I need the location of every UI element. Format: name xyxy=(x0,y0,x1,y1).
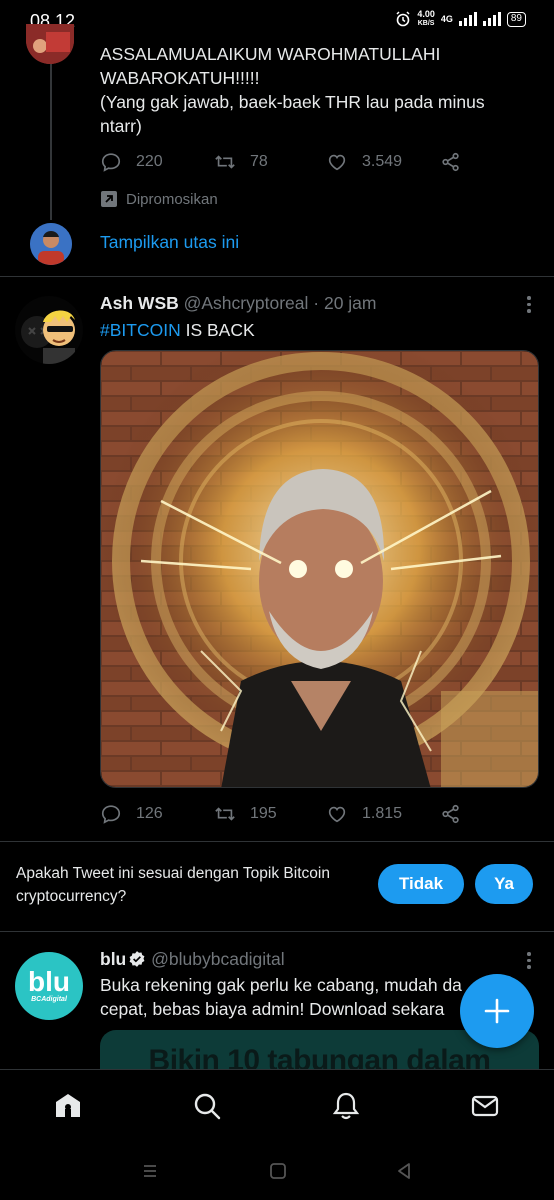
tweet2-text-rest: IS BACK xyxy=(180,320,255,340)
divider xyxy=(0,841,554,842)
net-speed-unit: KB/S xyxy=(417,20,435,27)
nav-notifications[interactable] xyxy=(330,1090,362,1122)
more-options-icon[interactable] xyxy=(526,952,532,969)
battery-indicator: 89 xyxy=(506,11,526,27)
media-illustration xyxy=(101,351,538,787)
tweet2-header: Ash WSB @Ashcryptoreal · 20 jam xyxy=(100,293,377,314)
more-options-icon[interactable] xyxy=(526,296,532,313)
separator: · xyxy=(313,293,320,313)
share-button[interactable] xyxy=(440,803,462,825)
blu-logo-text: blu xyxy=(28,966,70,997)
nav-home[interactable] xyxy=(52,1090,84,1122)
status-icons: 4.00 KB/S 4G 89 xyxy=(395,10,526,28)
tweet1-line1: ASSALAMUALAIKUM WAROHMATULLAHI xyxy=(100,44,441,64)
divider xyxy=(0,931,554,932)
nav-messages[interactable] xyxy=(469,1090,501,1122)
like-icon xyxy=(328,154,346,171)
retweet-count: 195 xyxy=(250,805,277,822)
network-type: 4G xyxy=(440,14,453,24)
mail-icon xyxy=(471,1095,499,1117)
signal-icon xyxy=(458,12,477,26)
author-handle[interactable]: @Ashcryptoreal xyxy=(184,293,309,313)
reply-count: 126 xyxy=(136,805,163,822)
like-icon xyxy=(328,806,346,823)
verified-badge-icon xyxy=(129,951,145,967)
status-bar: 08.12 4.00 KB/S 4G 89 xyxy=(0,0,554,40)
tweet1-line4: ntarr) xyxy=(100,116,142,136)
author-name[interactable]: blu xyxy=(100,949,126,969)
bottom-navigation xyxy=(0,1069,554,1141)
recent-apps-icon[interactable] xyxy=(140,1161,160,1181)
retweet-count: 78 xyxy=(250,153,268,170)
retweet-button[interactable]: 195 xyxy=(214,803,277,825)
topic-no-button[interactable]: Tidak xyxy=(378,864,464,904)
promoted-icon xyxy=(101,191,117,207)
alarm-icon xyxy=(396,11,410,27)
net-speed: 4.00 KB/S xyxy=(417,10,435,28)
tweet2-actions: 126 195 1.815 xyxy=(100,803,480,833)
tweet-time: 20 jam xyxy=(323,293,377,313)
share-button[interactable] xyxy=(440,151,462,173)
reply-button[interactable]: 220 xyxy=(100,151,163,173)
tweet2-text: #BITCOIN IS BACK xyxy=(100,318,255,342)
promoted-text: Dipromosikan xyxy=(126,190,218,208)
tweet1-line3: (Yang gak jawab, baek-baek THR lau pada … xyxy=(100,92,485,112)
reply-count: 220 xyxy=(136,153,163,170)
tweet3-text: Buka rekening gak perlu ke cabang, mudah… xyxy=(100,973,462,1021)
tweet-media-image[interactable] xyxy=(100,350,539,788)
divider xyxy=(0,276,554,277)
avatar-tweet1[interactable] xyxy=(26,24,74,64)
tweet1-text: ASSALAMUALAIKUM WAROHMATULLAHI WABAROKAT… xyxy=(100,42,485,138)
tweet3-line1: Buka rekening gak perlu ke cabang, mudah… xyxy=(100,975,462,995)
author-handle[interactable]: @blubybcadigital xyxy=(151,949,285,969)
hashtag-link[interactable]: #BITCOIN xyxy=(100,320,181,340)
topic-relevance-question: Apakah Tweet ini sesuai dengan Topik Bit… xyxy=(16,865,330,905)
search-icon xyxy=(194,1093,221,1120)
retweet-icon xyxy=(215,807,235,821)
author-name[interactable]: Ash WSB xyxy=(100,293,179,313)
avatar-blu[interactable]: blu BCAdigital xyxy=(15,952,83,1020)
tweet3-line2: cepat, bebas biaya admin! Download sekar… xyxy=(100,999,445,1019)
promoted-label: Dipromosikan xyxy=(100,190,218,208)
blu-logo-subtext: BCAdigital xyxy=(31,996,67,1003)
share-icon xyxy=(442,152,459,172)
reply-button[interactable]: 126 xyxy=(100,803,163,825)
avatar-ash-wsb[interactable] xyxy=(15,296,83,364)
tweet3-header: blu @blubybcadigital xyxy=(100,949,285,970)
tweet1-line2: WABAROKATUH!!!!! xyxy=(100,68,260,88)
net-speed-value: 4.00 xyxy=(417,9,435,19)
share-icon xyxy=(442,804,459,824)
thread-line xyxy=(50,40,52,220)
tweet1-actions: 220 78 3.549 xyxy=(100,151,480,181)
like-button[interactable]: 1.815 xyxy=(326,803,402,825)
like-count: 3.549 xyxy=(362,153,403,170)
signal-icon-2 xyxy=(482,12,501,26)
nav-search[interactable] xyxy=(191,1090,223,1122)
bell-icon xyxy=(332,1092,360,1120)
avatar-thread-user[interactable] xyxy=(30,223,72,265)
like-button[interactable]: 3.549 xyxy=(326,151,402,173)
retweet-button[interactable]: 78 xyxy=(214,151,268,173)
compose-tweet-button[interactable] xyxy=(460,974,534,1048)
home-icon xyxy=(56,1094,80,1117)
topic-yes-button[interactable]: Ya xyxy=(475,864,533,904)
system-navigation-bar xyxy=(0,1141,554,1200)
show-thread-link[interactable]: Tampilkan utas ini xyxy=(100,232,239,253)
like-count: 1.815 xyxy=(362,805,403,822)
back-icon[interactable] xyxy=(394,1161,414,1181)
home-button-icon[interactable] xyxy=(268,1161,288,1181)
plus-icon xyxy=(484,998,510,1024)
retweet-icon xyxy=(215,155,235,169)
reply-icon xyxy=(101,805,121,824)
reply-icon xyxy=(101,153,121,172)
